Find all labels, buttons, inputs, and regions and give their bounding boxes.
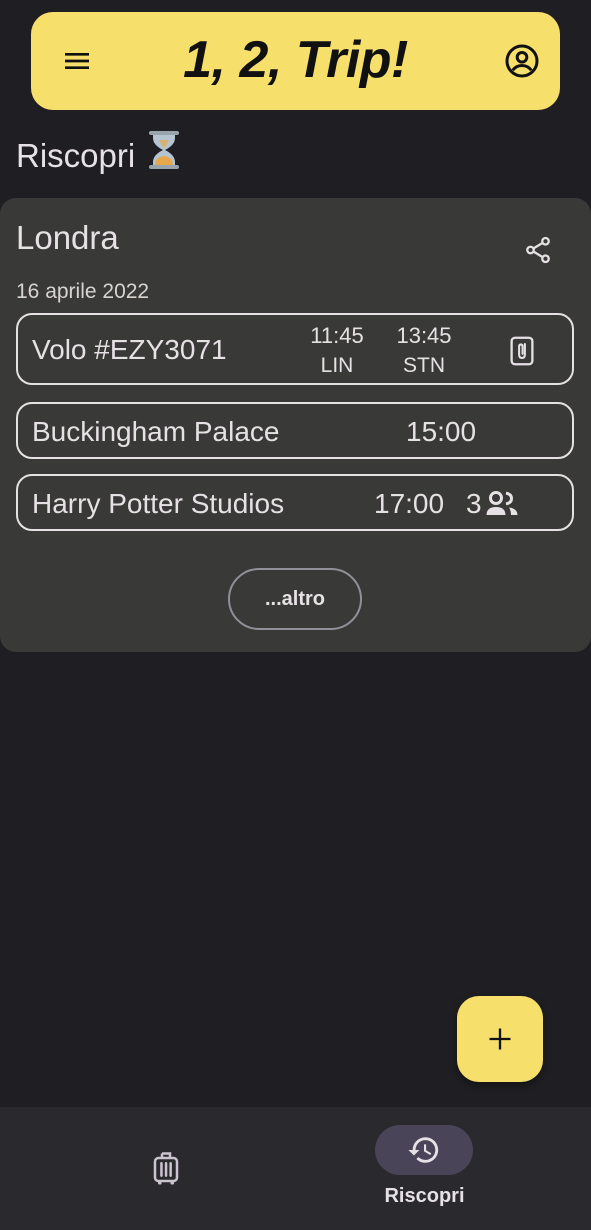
attachment-icon <box>510 336 534 366</box>
departure-airport: LIN <box>320 354 354 377</box>
arrival-time: 13:45 <box>396 323 452 348</box>
activity-time: 17:00 <box>374 488 445 519</box>
participants-count: 3 <box>466 488 482 519</box>
activity-label: Harry Potter Studios <box>32 488 285 519</box>
nav-item-rediscover[interactable]: Riscopri <box>296 1107 591 1230</box>
flight-departure: 11:45 LIN <box>297 321 377 381</box>
activity-item-buckingham[interactable]: Buckingham Palace 15:00 <box>16 402 574 459</box>
account-button[interactable] <box>500 39 544 83</box>
arrival-airport: STN <box>403 354 445 377</box>
top-app-bar: 1, 2, Trip! <box>31 12 560 110</box>
trip-card[interactable]: Londra 16 aprile 2022 Volo #EZY3071 11:4… <box>0 198 591 652</box>
activity-time: 15:00 <box>406 416 477 447</box>
bottom-navigation: Riscopri <box>0 1107 591 1230</box>
plus-icon <box>489 1028 511 1050</box>
app-title: 1, 2, Trip! <box>183 31 408 89</box>
departure-time: 11:45 <box>310 323 364 348</box>
nav-active-indicator <box>375 1125 473 1175</box>
share-button[interactable] <box>516 228 560 272</box>
nav-label-rediscover: Riscopri <box>384 1185 465 1207</box>
hourglass-icon <box>147 130 181 181</box>
section-title-text: Riscopri <box>16 136 136 174</box>
section-title: Riscopri <box>16 130 181 181</box>
activity-label: Buckingham Palace <box>32 416 280 447</box>
flight-label: Volo #EZY3071 <box>32 334 227 365</box>
trip-name: Londra <box>16 219 119 256</box>
activity-item-harry-potter[interactable]: Harry Potter Studios 17:00 3 <box>16 474 574 531</box>
history-icon <box>408 1137 439 1163</box>
share-icon <box>526 236 550 264</box>
add-trip-button[interactable] <box>457 996 543 1082</box>
account-circle-icon <box>505 44 539 78</box>
more-button[interactable]: ...altro <box>228 568 362 630</box>
trip-date: 16 aprile 2022 <box>16 280 150 303</box>
flight-arrival: 13:45 STN <box>384 321 464 381</box>
flight-item[interactable]: Volo #EZY3071 11:45 LIN 13:45 STN <box>16 313 574 385</box>
luggage-icon <box>148 1151 184 1187</box>
people-icon <box>486 491 518 515</box>
attachment-button[interactable] <box>502 331 542 371</box>
nav-item-trips[interactable] <box>0 1107 295 1230</box>
